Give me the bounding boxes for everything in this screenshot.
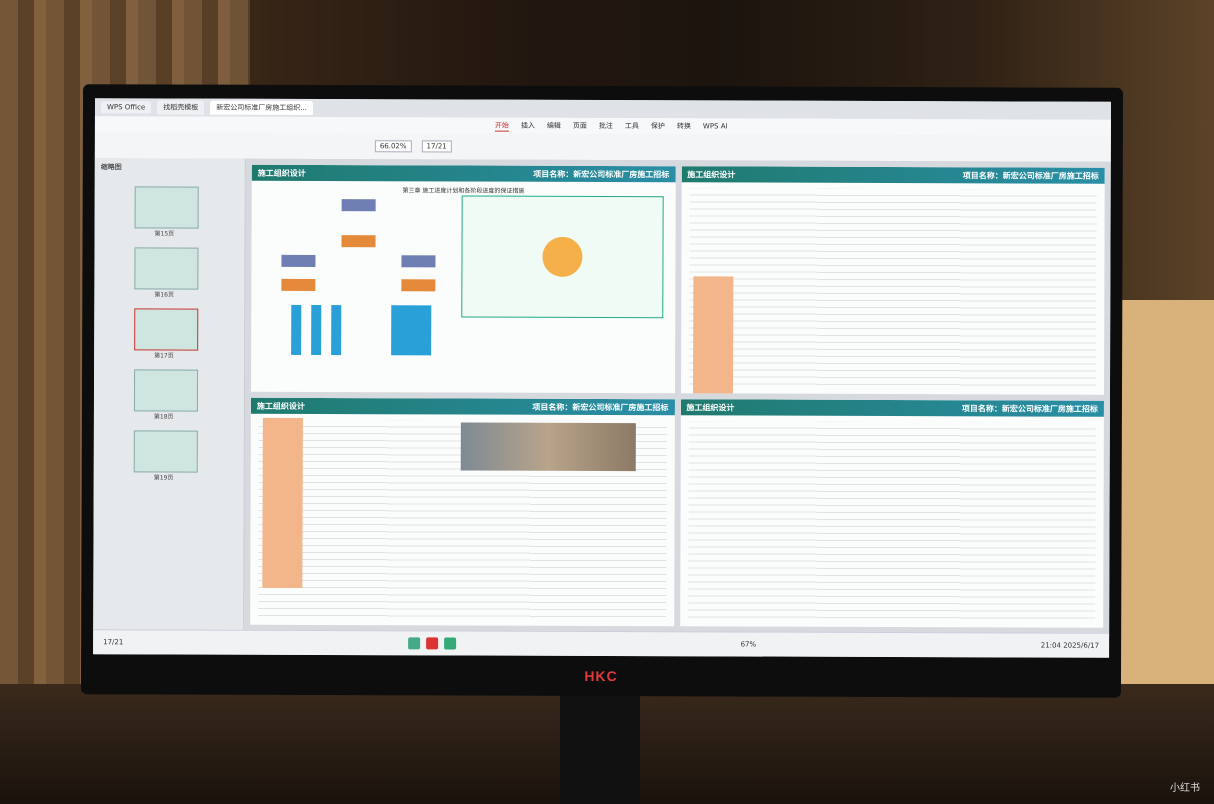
flow-box (391, 305, 432, 356)
page-header-left: 施工组织设计 (257, 168, 306, 178)
tab-wps-office[interactable]: WPS Office (100, 101, 152, 114)
screen: WPS Office 找稻壳模板 新宏公司标准厂房施工组织... 开始 插入 编… (93, 98, 1112, 658)
text-body (687, 421, 1096, 622)
page-header-right: 项目名称：新宏公司标准厂房施工招标 (533, 169, 670, 179)
page-indicator-field[interactable]: 17/21 (421, 140, 452, 153)
thumbnail-page[interactable] (133, 430, 198, 473)
page-header: 施工组织设计 项目名称：新宏公司标准厂房施工招标 (250, 397, 675, 416)
ribbon-tab-convert[interactable]: 转换 (677, 121, 691, 131)
page-subtitle: 第三章 施工进度计划和各阶段进度的保证措施 (402, 187, 525, 195)
document-page[interactable]: 施工组织设计 项目名称：新宏公司标准厂房施工招标 (250, 397, 675, 627)
thumbnail-sidebar: 缩略图 第15页 第16页 第17页 第18页 第19页 (93, 158, 246, 631)
clock-time: 21:04 (1040, 641, 1061, 650)
status-zoom: 67% (740, 640, 757, 649)
flow-box (311, 304, 322, 356)
app-icon[interactable] (407, 637, 420, 650)
page-header-right: 项目名称：新宏公司标准厂房施工招标 (962, 170, 1099, 181)
ribbon-tab-edit[interactable]: 编辑 (547, 121, 561, 131)
flow-box (291, 304, 302, 355)
page-header: 施工组织设计 项目名称：新宏公司标准厂房施工招标 (681, 166, 1105, 184)
page-header: 施工组织设计 项目名称：新宏公司标准厂房施工招标 (251, 164, 676, 183)
document-page[interactable]: 施工组织设计 项目名称：新宏公司标准厂房施工招标 (679, 399, 1104, 628)
watermark: 小红书 (1170, 783, 1200, 794)
radial-diagram (461, 195, 664, 319)
document-body: 缩略图 第15页 第16页 第17页 第18页 第19页 施工组织设计 项目名称… (93, 158, 1111, 634)
page-header-right: 项目名称：新宏公司标准厂房施工招标 (532, 402, 669, 412)
flow-box (281, 278, 316, 291)
app-icon[interactable] (443, 637, 456, 650)
zoom-field[interactable]: 66.02% (374, 140, 412, 153)
page-header-right: 项目名称：新宏公司标准厂房施工招标 (961, 403, 1098, 414)
thumbnail-page[interactable] (134, 247, 199, 290)
monitor: WPS Office 找稻壳模板 新宏公司标准厂房施工组织... 开始 插入 编… (80, 84, 1124, 698)
thumbnail-label: 第19页 (153, 474, 174, 482)
thumbnail-label: 第17页 (154, 352, 174, 360)
thumbnail-label: 第15页 (154, 230, 175, 238)
thumbnail-label: 第16页 (154, 291, 174, 299)
sidebar-title: 缩略图 (100, 163, 122, 172)
thumbnail-page[interactable] (134, 308, 199, 351)
ribbon-tab-home[interactable]: 开始 (494, 120, 509, 132)
diagram-center (542, 236, 583, 277)
ribbon-tab-tools[interactable]: 工具 (625, 121, 639, 131)
page-grid: 施工组织设计 项目名称：新宏公司标准厂房施工招标 第三章 施工进度计划和各阶段进… (244, 158, 1111, 634)
thumbnail-page[interactable] (134, 186, 199, 229)
thumbnail-page[interactable] (133, 369, 199, 412)
monitor-chin: HKC (81, 654, 1121, 698)
clock-date: 2025/6/17 (1063, 641, 1100, 650)
table-column (692, 276, 733, 395)
page-header-left: 施工组织设计 (686, 402, 735, 412)
status-page: 17/21 (103, 638, 124, 647)
ribbon-tab-comment[interactable]: 批注 (599, 121, 613, 131)
tab-document[interactable]: 新宏公司标准厂房施工组织... (210, 100, 313, 115)
wps-icon[interactable] (425, 637, 438, 650)
ribbon-tab-protect[interactable]: 保护 (651, 121, 665, 131)
page-header-left: 施工组织设计 (256, 401, 305, 411)
flow-box (341, 235, 376, 248)
ribbon-tab-insert[interactable]: 插入 (521, 121, 535, 131)
ribbon-tab-wps-ai[interactable]: WPS AI (703, 122, 728, 130)
page-header: 施工组织设计 项目名称：新宏公司标准厂房施工招标 (680, 399, 1104, 417)
monitor-stand (560, 690, 640, 804)
page-header-left: 施工组织设计 (687, 169, 736, 179)
brand-logo: HKC (584, 667, 618, 685)
thumbnail-label: 第18页 (153, 413, 174, 421)
taskbar: 17/21 67% 21:04 2025/6/17 (93, 629, 1110, 658)
flow-box (281, 254, 316, 267)
construction-photo (460, 422, 636, 472)
flow-box (331, 305, 342, 356)
ribbon-tab-page[interactable]: 页面 (573, 121, 587, 131)
flow-box (401, 279, 436, 292)
taskbar-icons (407, 637, 456, 650)
document-page[interactable]: 施工组织设计 项目名称：新宏公司标准厂房施工招标 (680, 166, 1105, 395)
flow-box (401, 255, 436, 268)
document-page[interactable]: 施工组织设计 项目名称：新宏公司标准厂房施工招标 第三章 施工进度计划和各阶段进… (250, 164, 676, 394)
text-body (688, 188, 1097, 389)
tab-templates[interactable]: 找稻壳模板 (157, 100, 205, 115)
flow-box (341, 199, 376, 212)
table-column (262, 417, 303, 588)
flowchart (271, 195, 452, 393)
